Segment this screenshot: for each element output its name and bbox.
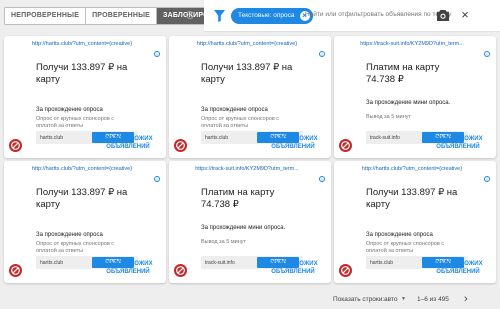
ad-card: http://hartts.club/?utm_content={creativ… — [169, 36, 331, 158]
find-similar-link[interactable]: ПОИСК СХОЖИХ ОБЪЯВЛЕНИЙ — [263, 135, 323, 151]
block-icon[interactable] — [339, 139, 352, 152]
info-icon[interactable]: i — [484, 176, 490, 182]
ad-preview: Платим на карту 74.738 ₽ За прохождение м… — [201, 183, 303, 269]
find-similar-link[interactable]: ПОИСК СХОЖИХ ОБЪЯВЛЕНИЙ — [263, 260, 323, 276]
ad-preview: Получи 133.897 ₽ на карту За прохождение … — [366, 183, 468, 269]
info-icon[interactable]: i — [319, 51, 325, 57]
ad-url[interactable]: http://hartts.club/?utm_content={creativ… — [334, 166, 490, 172]
ad-subtitle: За прохождение опроса — [36, 232, 103, 238]
prev-page-button[interactable]: ‹ — [446, 293, 450, 305]
find-similar-link[interactable]: ПОИСК СХОЖИХ ОБЪЯВЛЕНИЙ — [428, 260, 488, 276]
rows-per-page-select[interactable]: авто — [384, 296, 397, 303]
info-icon[interactable]: i — [154, 51, 160, 57]
ad-subtitle: За прохождение опроса — [36, 107, 103, 113]
block-icon[interactable] — [339, 264, 352, 277]
filter-icon[interactable] — [214, 10, 225, 22]
ad-preview: Получи 133.897 ₽ на карту За прохождение … — [36, 58, 138, 144]
search-input[interactable]: Найти или отфильтровать объявления по те… — [305, 11, 451, 18]
find-similar-link[interactable]: ПОИСК СХОЖИХ ОБЪЯВЛЕНИЙ — [428, 135, 488, 151]
toolbar: НЕПРОВЕРЕННЫЕ ПРОВЕРЕННЫЕ ЗАБЛОКИРОВАНО … — [0, 0, 500, 32]
tab-checked[interactable]: ПРОВЕРЕННЫЕ — [86, 8, 158, 24]
ad-domain: hartts.club — [40, 260, 64, 266]
ad-description: Опрос от крупных спонсоров с оплатой за … — [36, 241, 115, 254]
ad-card: https://track-suit.info/KY2M9D?utm_term.… — [169, 161, 331, 283]
camera-icon[interactable] — [436, 9, 450, 22]
filter-chip[interactable]: Текстовые: опроса × — [231, 8, 313, 24]
info-icon[interactable]: i — [154, 176, 160, 182]
block-icon[interactable] — [9, 264, 22, 277]
ad-preview: Получи 133.897 ₽ на карту За прохождение … — [36, 183, 138, 269]
ad-domain: hartts.club — [40, 135, 64, 141]
help-icon[interactable]: ? — [186, 11, 194, 19]
ad-domain: hartts.club — [205, 135, 229, 141]
ad-url[interactable]: https://track-suit.info/KY2M9D?utm_term.… — [334, 41, 490, 47]
ad-subtitle: За прохождение мини опроса. — [366, 100, 451, 106]
ad-url[interactable]: http://hartts.club/?utm_content={creativ… — [169, 41, 325, 47]
ad-title: Платим на карту 74.738 ₽ — [366, 62, 440, 85]
ad-title: Получи 133.897 ₽ на карту — [201, 62, 293, 85]
ad-domain: track-suit.info — [205, 260, 235, 266]
tab-unchecked[interactable]: НЕПРОВЕРЕННЫЕ — [5, 8, 87, 24]
ad-title: Получи 133.897 ₽ на карту — [36, 187, 128, 210]
next-page-button[interactable]: › — [464, 293, 468, 305]
ad-domain: hartts.club — [370, 260, 394, 266]
ad-title: Получи 133.897 ₽ на карту — [36, 62, 128, 85]
ad-card: http://hartts.club/?utm_content={creativ… — [4, 36, 166, 158]
ad-url[interactable]: http://hartts.club/?utm_content={creativ… — [4, 41, 160, 47]
ad-card: https://track-suit.info/KY2M9D?utm_term.… — [334, 36, 496, 158]
ad-preview: Получи 133.897 ₽ на карту За прохождение … — [201, 58, 303, 144]
ad-subtitle: За прохождение мини опроса. — [201, 225, 286, 231]
close-icon[interactable]: × — [458, 8, 472, 22]
ad-title: Получи 133.897 ₽ на карту — [366, 187, 458, 210]
block-icon[interactable] — [174, 264, 187, 277]
ad-card: http://hartts.club/?utm_content={creativ… — [334, 161, 496, 283]
info-icon[interactable]: i — [319, 176, 325, 182]
rows-per-page-label: Показать строки: — [333, 296, 385, 303]
ad-card: http://hartts.club/?utm_content={creativ… — [4, 161, 166, 283]
status-tabs: НЕПРОВЕРЕННЫЕ ПРОВЕРЕННЫЕ ЗАБЛОКИРОВАНО — [4, 7, 237, 25]
block-icon[interactable] — [9, 139, 22, 152]
page-range: 1–6 из 495 — [417, 296, 449, 303]
ad-preview: Платим на карту 74.738 ₽ За прохождение м… — [366, 58, 468, 144]
filter-chip-label: Текстовые: опроса — [238, 12, 295, 19]
search-bar: Текстовые: опроса × Найти или отфильтров… — [204, 0, 500, 32]
find-similar-link[interactable]: ПОИСК СХОЖИХ ОБЪЯВЛЕНИЙ — [98, 135, 158, 151]
caret-down-icon[interactable]: ▼ — [401, 296, 406, 302]
ad-description: Вывод за 5 минут — [366, 114, 412, 120]
ad-subtitle: За прохождение опроса — [366, 232, 433, 238]
ad-description: Опрос от крупных спонсоров с оплатой за … — [36, 116, 115, 129]
ad-url[interactable]: https://track-suit.info/KY2M9D?utm_term.… — [169, 166, 325, 172]
ad-domain: track-suit.info — [370, 135, 400, 141]
info-icon[interactable]: i — [484, 51, 490, 57]
ad-url[interactable]: http://hartts.club/?utm_content={creativ… — [4, 166, 160, 172]
ad-description: Опрос от крупных спонсоров с оплатой за … — [366, 241, 445, 254]
ad-description: Вывод за 5 минут — [201, 239, 247, 245]
pagination: Показать строки: авто ▼ 1–6 из 495 ‹ › — [0, 290, 500, 309]
ad-subtitle: За прохождение опроса — [201, 107, 268, 113]
ad-description: Опрос от крупных спонсоров с оплатой за … — [201, 116, 280, 129]
block-icon[interactable] — [174, 139, 187, 152]
ad-title: Платим на карту 74.738 ₽ — [201, 187, 275, 210]
find-similar-link[interactable]: ПОИСК СХОЖИХ ОБЪЯВЛЕНИЙ — [98, 260, 158, 276]
